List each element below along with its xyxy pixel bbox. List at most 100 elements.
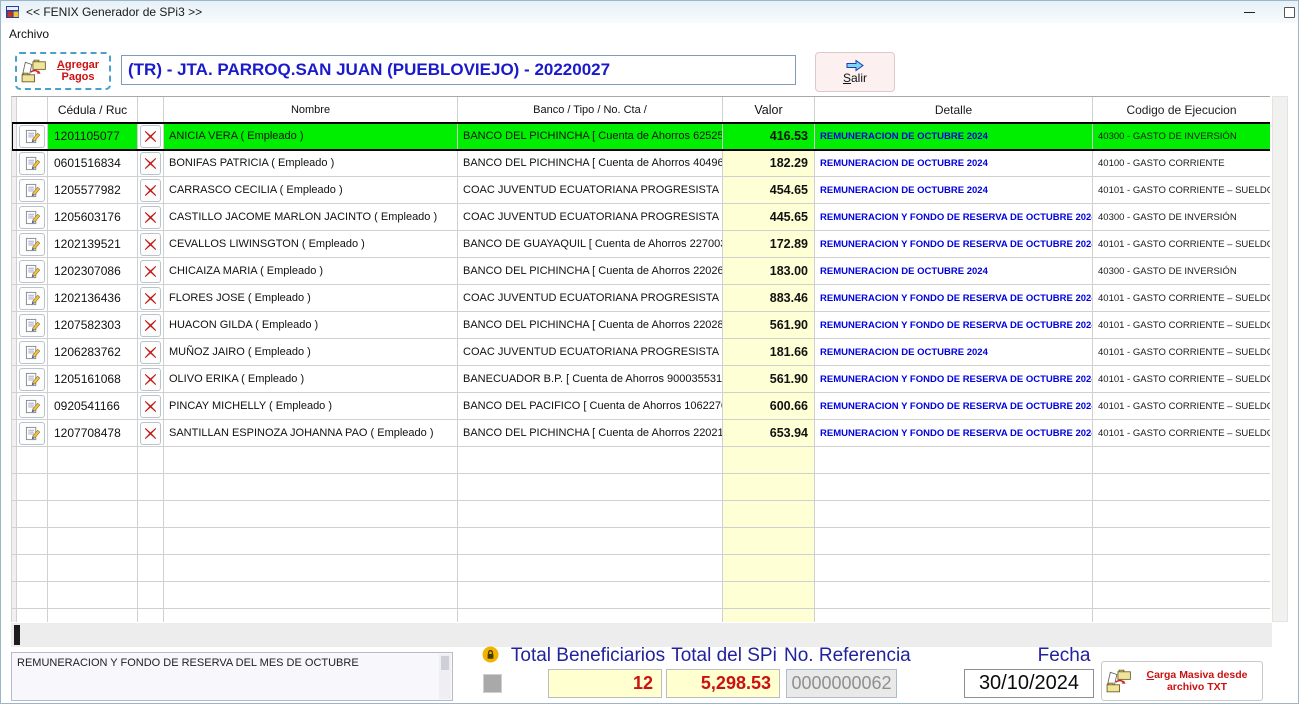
- edit-cell: [17, 555, 48, 581]
- edit-row-button[interactable]: [19, 314, 45, 337]
- entity-title-field[interactable]: (TR) - JTA. PARROQ.SAN JUAN (PUEBLOVIEJO…: [121, 55, 796, 85]
- table-horizontal-scrollbar[interactable]: [11, 623, 1272, 647]
- table-body: 1201105077 ANICIA VERA ( Empleado ) BANC…: [12, 123, 1270, 622]
- delete-cell: [138, 123, 164, 149]
- payment-note-field[interactable]: REMUNERACION Y FONDO DE RESERVA DEL MES …: [11, 652, 453, 701]
- edit-cell: [17, 582, 48, 608]
- delete-row-button[interactable]: [140, 206, 161, 229]
- valor-cell: 561.90: [723, 366, 815, 392]
- menu-archivo[interactable]: Archivo: [1, 23, 57, 45]
- edit-row-button[interactable]: [19, 125, 45, 148]
- edit-row-button[interactable]: [19, 368, 45, 391]
- edit-row-button[interactable]: [19, 233, 45, 256]
- detalle-cell: REMUNERACION Y FONDO DE RESERVA DE OCTUB…: [815, 285, 1093, 311]
- carga-masiva-label: Carga Masiva desde archivo TXT: [1136, 669, 1258, 693]
- table-vertical-scrollbar[interactable]: [1272, 96, 1288, 622]
- empty-table-row[interactable]: [12, 501, 1270, 528]
- header-valor[interactable]: Valor: [723, 97, 815, 122]
- header-codigo[interactable]: Codigo de Ejecucion: [1093, 97, 1270, 122]
- edit-row-icon: [25, 318, 40, 333]
- delete-row-button[interactable]: [140, 260, 161, 283]
- table-row[interactable]: 0920541166 PINCAY MICHELLY ( Empleado ) …: [12, 393, 1270, 420]
- empty-table-row[interactable]: [12, 474, 1270, 501]
- delete-row-button[interactable]: [140, 179, 161, 202]
- delete-row-button[interactable]: [140, 233, 161, 256]
- valor-cell: 454.65: [723, 177, 815, 203]
- cedula-cell: [48, 447, 138, 473]
- delete-row-button[interactable]: [140, 314, 161, 337]
- total-spi-label: Total del SPi: [668, 645, 780, 667]
- delete-row-button[interactable]: [140, 287, 161, 310]
- edit-row-button[interactable]: [19, 341, 45, 364]
- nombre-cell: OLIVO ERIKA ( Empleado ): [164, 366, 458, 392]
- detalle-cell: [815, 609, 1093, 622]
- edit-cell: [17, 231, 48, 257]
- table-row[interactable]: 1201105077 ANICIA VERA ( Empleado ) BANC…: [12, 123, 1270, 150]
- edit-row-button[interactable]: [19, 287, 45, 310]
- header-detalle[interactable]: Detalle: [815, 97, 1093, 122]
- detalle-cell: REMUNERACION Y FONDO DE RESERVA DE OCTUB…: [815, 366, 1093, 392]
- maximize-button[interactable]: [1272, 1, 1299, 23]
- table-row[interactable]: 1207582303 HUACON GILDA ( Empleado ) BAN…: [12, 312, 1270, 339]
- delete-cell: [138, 366, 164, 392]
- window-title: << FENIX Generador de SPi3 >>: [26, 5, 202, 19]
- cedula-cell: [48, 528, 138, 554]
- edit-row-button[interactable]: [19, 395, 45, 418]
- edit-row-button[interactable]: [19, 260, 45, 283]
- table-row[interactable]: 1205161068 OLIVO ERIKA ( Empleado ) BANE…: [12, 366, 1270, 393]
- edit-cell: [17, 420, 48, 446]
- carga-masiva-button[interactable]: Carga Masiva desde archivo TXT: [1101, 661, 1263, 701]
- table-row[interactable]: 1205577982 CARRASCO CECILIA ( Empleado )…: [12, 177, 1270, 204]
- minimize-button[interactable]: [1232, 1, 1266, 23]
- table-row[interactable]: 1202139521 CEVALLOS LIWINSGTON ( Emplead…: [12, 231, 1270, 258]
- fecha-field[interactable]: 30/10/2024: [964, 669, 1094, 698]
- salir-button[interactable]: Salir: [815, 52, 895, 92]
- delete-row-button[interactable]: [140, 125, 161, 148]
- header-cedula[interactable]: Cédula / Ruc: [48, 97, 138, 122]
- table-row[interactable]: 0601516834 BONIFAS PATRICIA ( Empleado )…: [12, 150, 1270, 177]
- table-row[interactable]: 1202136436 FLORES JOSE ( Empleado ) COAC…: [12, 285, 1270, 312]
- table-row[interactable]: 1207708478 SANTILLAN ESPINOZA JOHANNA PA…: [12, 420, 1270, 447]
- detalle-cell: [815, 474, 1093, 500]
- cedula-cell: 1202307086: [48, 258, 138, 284]
- valor-cell: 182.29: [723, 150, 815, 176]
- horizontal-scroll-thumb[interactable]: [14, 625, 20, 645]
- table-row[interactable]: 1202307086 CHICAIZA MARIA ( Empleado ) B…: [12, 258, 1270, 285]
- detalle-cell: REMUNERACION Y FONDO DE RESERVA DE OCTUB…: [815, 393, 1093, 419]
- edit-row-button[interactable]: [19, 422, 45, 445]
- detalle-cell: [815, 501, 1093, 527]
- empty-table-row[interactable]: [12, 447, 1270, 474]
- valor-cell: 183.00: [723, 258, 815, 284]
- header-banco[interactable]: Banco / Tipo / No. Cta /: [458, 97, 723, 122]
- edit-row-button[interactable]: [19, 152, 45, 175]
- delete-cell: [138, 339, 164, 365]
- cedula-cell: 1201105077: [48, 123, 138, 149]
- delete-row-button[interactable]: [140, 152, 161, 175]
- cedula-cell: 0601516834: [48, 150, 138, 176]
- delete-row-button[interactable]: [140, 341, 161, 364]
- banco-cell: COAC JUVENTUD ECUATORIANA PROGRESISTA LT…: [458, 204, 723, 230]
- agregar-pagos-button[interactable]: Agregar Pagos: [15, 52, 111, 90]
- empty-table-row[interactable]: [12, 555, 1270, 582]
- header-nombre[interactable]: Nombre: [164, 97, 458, 122]
- valor-cell: 653.94: [723, 420, 815, 446]
- delete-row-button[interactable]: [140, 422, 161, 445]
- table-row[interactable]: 1205603176 CASTILLO JACOME MARLON JACINT…: [12, 204, 1270, 231]
- nombre-cell: MUÑOZ JAIRO ( Empleado ): [164, 339, 458, 365]
- codigo-cell: [1093, 447, 1270, 473]
- delete-x-icon: [144, 400, 157, 413]
- edit-row-button[interactable]: [19, 206, 45, 229]
- delete-row-button[interactable]: [140, 368, 161, 391]
- empty-table-row[interactable]: [12, 528, 1270, 555]
- delete-x-icon: [144, 238, 157, 251]
- edit-row-button[interactable]: [19, 179, 45, 202]
- codigo-cell: [1093, 582, 1270, 608]
- table-row[interactable]: 1206283762 MUÑOZ JAIRO ( Empleado ) COAC…: [12, 339, 1270, 366]
- nombre-cell: [164, 555, 458, 581]
- valor-cell: [723, 582, 815, 608]
- valor-cell: 445.65: [723, 204, 815, 230]
- note-scrollbar[interactable]: [439, 654, 451, 699]
- empty-table-row[interactable]: [12, 582, 1270, 609]
- empty-table-row[interactable]: [12, 609, 1270, 622]
- delete-row-button[interactable]: [140, 395, 161, 418]
